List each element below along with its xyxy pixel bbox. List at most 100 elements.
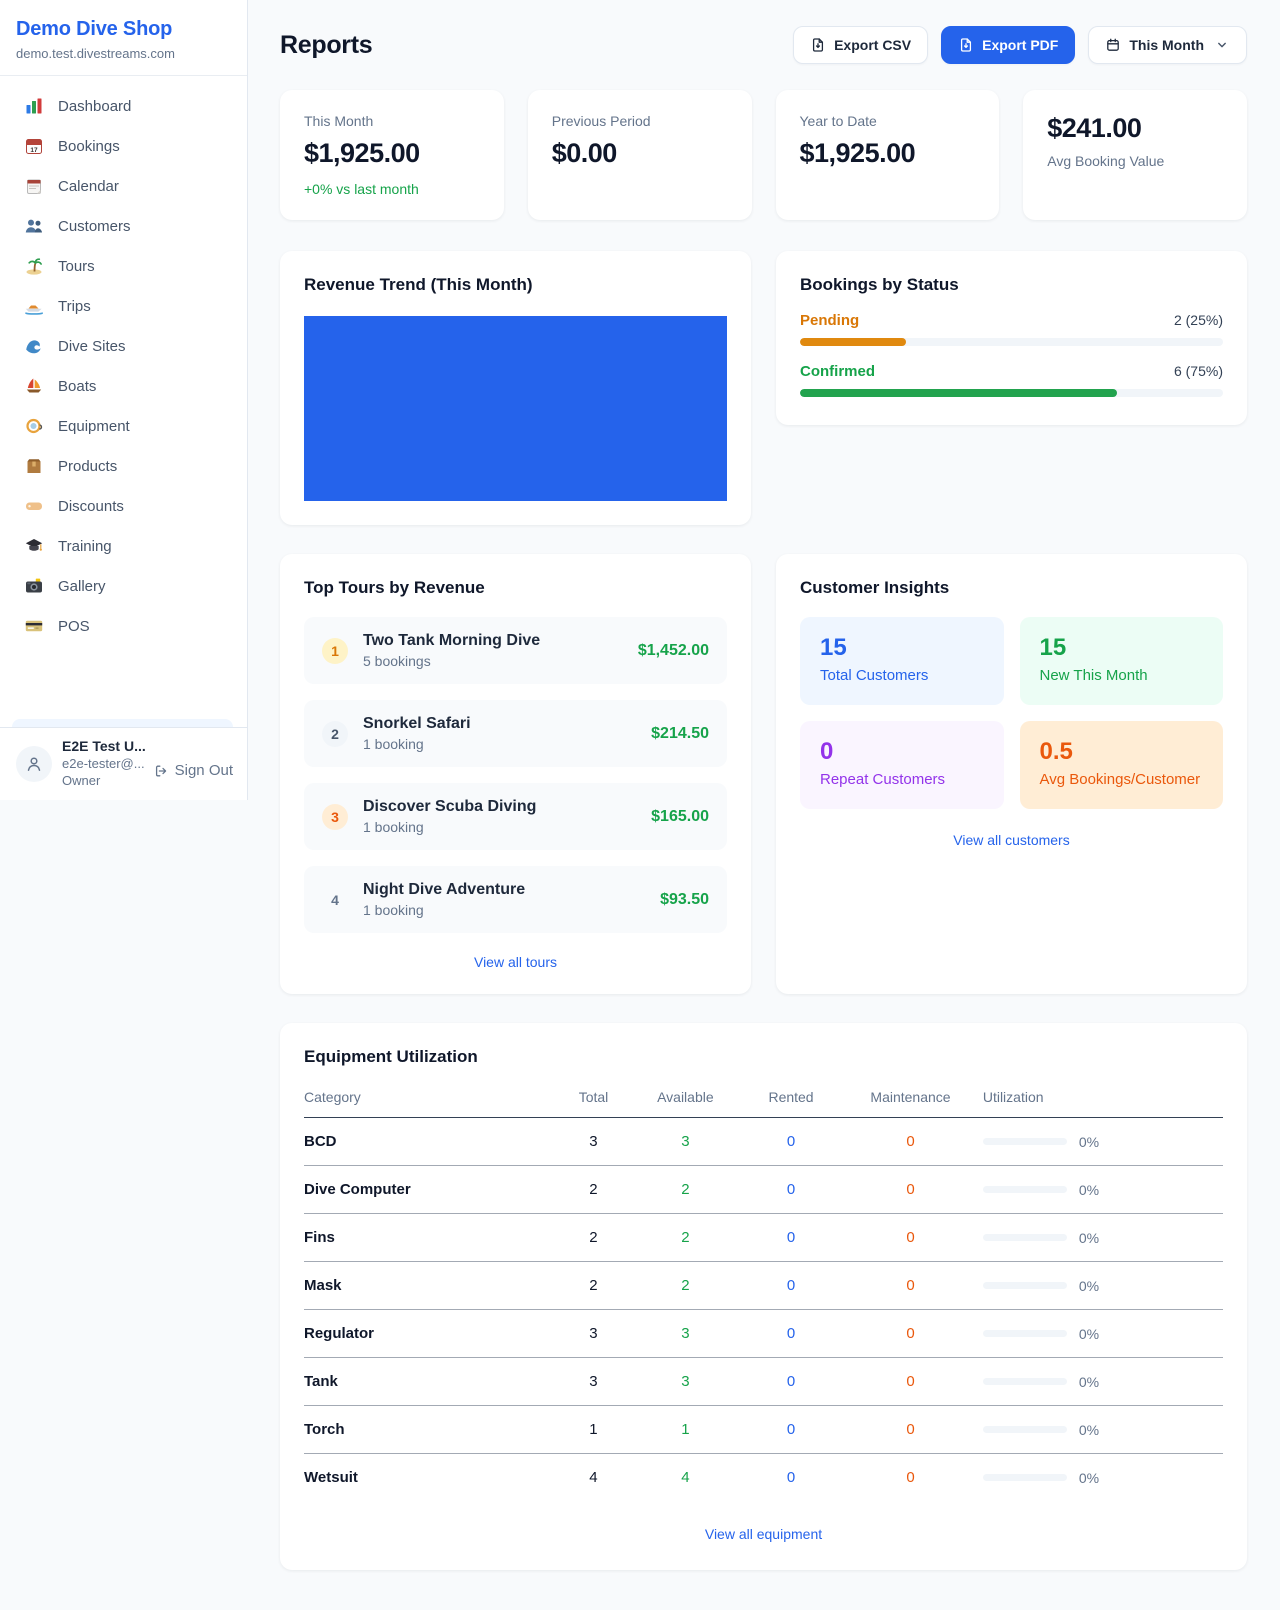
sign-out-icon <box>153 763 169 779</box>
cell-available: 2 <box>635 1166 736 1214</box>
status-row-pending: Pending 2 (25%) <box>800 312 1223 346</box>
status-value: 2 (25%) <box>1174 312 1223 328</box>
sidebar-item-dashboard[interactable]: Dashboard <box>12 86 235 126</box>
file-download-icon <box>810 37 826 53</box>
column-header-rented: Rented <box>736 1081 846 1118</box>
sidebar-item-label: Dive Sites <box>58 338 126 355</box>
status-bar-fill <box>800 389 1117 397</box>
brand-name: Demo Dive Shop <box>16 18 231 41</box>
tour-bookings: 1 booking <box>363 736 636 752</box>
cell-category: Torch <box>304 1406 552 1454</box>
insight-tile: 0.5 Avg Bookings/Customer <box>1020 721 1224 809</box>
stat-label: This Month <box>304 113 480 129</box>
utilization-percent: 0% <box>1079 1326 1099 1342</box>
sign-out-button[interactable]: Sign Out <box>153 762 233 779</box>
utilization-bar <box>983 1330 1067 1337</box>
utilization-percent: 0% <box>1079 1182 1099 1198</box>
view-all-equipment-link[interactable]: View all equipment <box>304 1526 1223 1542</box>
stat-card-1: Previous Period$0.00 <box>528 90 752 220</box>
cell-maintenance: 0 <box>846 1262 975 1310</box>
cell-rented: 0 <box>736 1310 846 1358</box>
customer-insights-card: Customer Insights 15 Total Customers15 N… <box>776 554 1247 994</box>
file-download-icon <box>958 37 974 53</box>
export-csv-label: Export CSV <box>834 37 911 53</box>
status-label: Confirmed <box>800 363 875 380</box>
stat-value: $1,925.00 <box>800 138 976 169</box>
cell-available: 3 <box>635 1310 736 1358</box>
period-dropdown[interactable]: This Month <box>1088 26 1247 64</box>
table-row: Wetsuit 4 4 0 0 0% <box>304 1454 1223 1502</box>
column-header-available: Available <box>635 1081 736 1118</box>
equipment-utilization-title: Equipment Utilization <box>304 1047 1223 1067</box>
stat-label: Avg Booking Value <box>1047 153 1223 169</box>
equipment-table-header: CategoryTotalAvailableRentedMaintenanceU… <box>304 1081 1223 1118</box>
people-icon <box>24 216 44 236</box>
sidebar-item-customers[interactable]: Customers <box>12 206 235 246</box>
table-row: Fins 2 2 0 0 0% <box>304 1214 1223 1262</box>
sidebar-item-bookings[interactable]: 17Bookings <box>12 126 235 166</box>
tour-row[interactable]: 2 Snorkel Safari 1 booking $214.50 <box>304 700 727 767</box>
sidebar-header: Demo Dive Shop demo.test.divestreams.com <box>0 0 247 76</box>
sidebar-item-label: Gallery <box>58 578 106 595</box>
main-content: Reports Export CSV Export PDF This Month… <box>248 0 1280 1602</box>
stat-value: $241.00 <box>1047 113 1223 144</box>
sidebar-item-tours[interactable]: Tours <box>12 246 235 286</box>
export-pdf-button[interactable]: Export PDF <box>941 26 1075 64</box>
cell-rented: 0 <box>736 1358 846 1406</box>
insight-value: 0.5 <box>1040 738 1204 766</box>
sidebar-item-label: Calendar <box>58 178 119 195</box>
revenue-trend-card: Revenue Trend (This Month) <box>280 251 751 525</box>
sidebar-item-equipment[interactable]: Equipment <box>12 406 235 446</box>
rank-badge: 4 <box>322 887 348 913</box>
cell-utilization: 0% <box>975 1310 1223 1358</box>
sidebar-item-discounts[interactable]: Discounts <box>12 486 235 526</box>
view-all-customers-link[interactable]: View all customers <box>800 832 1223 848</box>
cell-available: 4 <box>635 1454 736 1502</box>
status-label: Pending <box>800 312 859 329</box>
stat-value: $0.00 <box>552 138 728 169</box>
equipment-table: CategoryTotalAvailableRentedMaintenanceU… <box>304 1081 1223 1501</box>
tour-info: Night Dive Adventure 1 booking <box>363 881 645 918</box>
sidebar-item-training[interactable]: Training <box>12 526 235 566</box>
svg-text:17: 17 <box>30 147 38 154</box>
cell-available: 2 <box>635 1262 736 1310</box>
sidebar-user-footer: E2E Test U... e2e-tester@... Owner Sign … <box>0 727 247 800</box>
tour-name: Night Dive Adventure <box>363 881 645 899</box>
rank-badge: 3 <box>322 804 348 830</box>
insight-label: Avg Bookings/Customer <box>1040 771 1204 788</box>
cell-rented: 0 <box>736 1118 846 1166</box>
graduation-cap-icon <box>24 536 44 556</box>
sidebar-item-dive-sites[interactable]: Dive Sites <box>12 326 235 366</box>
tour-row[interactable]: 3 Discover Scuba Diving 1 booking $165.0… <box>304 783 727 850</box>
view-all-tours-link[interactable]: View all tours <box>304 954 727 970</box>
cell-total: 2 <box>552 1166 635 1214</box>
insight-value: 15 <box>820 634 984 662</box>
cell-available: 3 <box>635 1118 736 1166</box>
status-row-confirmed: Confirmed 6 (75%) <box>800 363 1223 397</box>
top-tours-title: Top Tours by Revenue <box>304 578 727 598</box>
sidebar-item-products[interactable]: Products <box>12 446 235 486</box>
rank-badge: 1 <box>322 638 348 664</box>
tour-info: Discover Scuba Diving 1 booking <box>363 798 636 835</box>
bookings-by-status-card: Bookings by Status Pending 2 (25%) Confi… <box>776 251 1247 425</box>
sidebar-item-boats[interactable]: Boats <box>12 366 235 406</box>
stat-label: Year to Date <box>800 113 976 129</box>
stat-card-0: This Month$1,925.00+0% vs last month <box>280 90 504 220</box>
tour-row[interactable]: 4 Night Dive Adventure 1 booking $93.50 <box>304 866 727 933</box>
period-label: This Month <box>1129 37 1204 53</box>
page-header: Reports Export CSV Export PDF This Month <box>280 26 1247 64</box>
sidebar-item-trips[interactable]: Trips <box>12 286 235 326</box>
sidebar-item-active-partial[interactable] <box>12 719 233 727</box>
utilization-bar <box>983 1426 1067 1433</box>
tour-revenue: $1,452.00 <box>638 642 709 660</box>
credit-card-icon <box>24 616 44 636</box>
sidebar-item-pos[interactable]: POS <box>12 606 235 646</box>
cell-rented: 0 <box>736 1166 846 1214</box>
column-header-utilization: Utilization <box>975 1081 1223 1118</box>
user-name: E2E Test U... <box>62 738 146 754</box>
export-csv-button[interactable]: Export CSV <box>793 26 928 64</box>
sidebar-item-gallery[interactable]: Gallery <box>12 566 235 606</box>
sidebar-item-calendar[interactable]: Calendar <box>12 166 235 206</box>
wave-icon <box>24 336 44 356</box>
tour-row[interactable]: 1 Two Tank Morning Dive 5 bookings $1,45… <box>304 617 727 684</box>
